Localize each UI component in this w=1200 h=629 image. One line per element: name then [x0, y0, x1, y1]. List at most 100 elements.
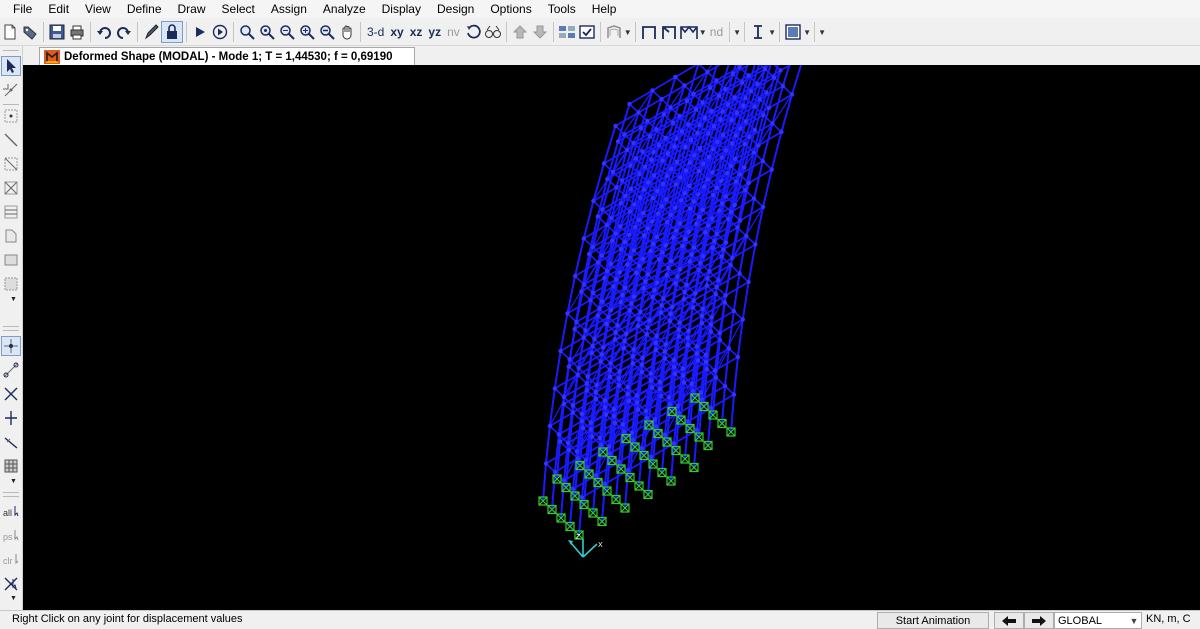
zoom-window-icon[interactable]: [237, 21, 257, 43]
toolbar-grip: [3, 496, 19, 497]
show-deformed-shape-icon[interactable]: [604, 21, 624, 43]
clear-selection-icon[interactable]: clr: [1, 550, 21, 570]
get-previous-selection-icon[interactable]: ps: [1, 526, 21, 546]
snap-ends-icon[interactable]: [1, 360, 21, 380]
draw-poly-area-icon[interactable]: [1, 226, 21, 246]
toolbar-separator: [43, 22, 44, 42]
lock-icon[interactable]: [161, 21, 183, 43]
draw-frame-cable-icon[interactable]: [1, 130, 21, 150]
units-display[interactable]: KN, m, C: [1146, 613, 1191, 625]
zoom-out-icon[interactable]: [317, 21, 337, 43]
snap-grid-icon[interactable]: [1, 456, 21, 476]
view-window-tab[interactable]: Deformed Shape (MODAL) - Mode 1; T = 1,4…: [39, 47, 415, 66]
reshape-element-icon[interactable]: [1, 80, 21, 100]
quick-draw-braces-icon[interactable]: [1, 178, 21, 198]
toolbar-separator: [729, 22, 731, 42]
text-cursor-icon[interactable]: [748, 21, 768, 43]
quick-draw-area-icon[interactable]: [1, 274, 21, 294]
toolbar-separator: [814, 22, 816, 42]
toolbar-separator: [137, 22, 138, 42]
coordinate-system-select[interactable]: GLOBAL ▼: [1054, 612, 1142, 629]
model-viewport[interactable]: Z X: [23, 20, 1200, 610]
view-nv-button[interactable]: nv: [444, 21, 463, 43]
draw-special-joint-icon[interactable]: [1, 106, 21, 126]
draw-frame-icon[interactable]: [639, 21, 659, 43]
select-tools-dropdown-icon[interactable]: ▼: [10, 595, 17, 602]
run-analysis-icon[interactable]: [190, 21, 210, 43]
quick-draw-secondary-icon[interactable]: [1, 202, 21, 222]
move-down-icon[interactable]: [530, 21, 550, 43]
pan-hand-icon[interactable]: [337, 21, 357, 43]
menu-file[interactable]: File: [0, 0, 40, 18]
run-now-icon[interactable]: [210, 21, 230, 43]
toolbar-separator: [186, 22, 187, 42]
snap-perpendicular-icon[interactable]: [1, 408, 21, 428]
view-3d-button[interactable]: 3-d: [364, 21, 387, 43]
deformed-shape-dropdown-icon[interactable]: ▼: [624, 21, 632, 43]
zoom-in-icon[interactable]: [297, 21, 317, 43]
view-xy-button[interactable]: xy: [387, 21, 406, 43]
window-layout-dropdown-icon[interactable]: ▼: [803, 21, 811, 43]
menu-define[interactable]: Define: [119, 0, 170, 18]
next-mode-button[interactable]: [1024, 612, 1054, 629]
snap-lines-edges-icon[interactable]: [1, 432, 21, 452]
chevron-down-icon: ▼: [1129, 615, 1139, 626]
node-label-button[interactable]: nd: [707, 21, 726, 43]
menu-select[interactable]: Select: [214, 0, 263, 18]
redo-icon[interactable]: [114, 21, 134, 43]
perspective-toggle-icon[interactable]: [483, 21, 503, 43]
intersecting-line-select-icon[interactable]: [1, 574, 21, 594]
menu-view[interactable]: View: [77, 0, 119, 18]
select-all-icon[interactable]: all: [1, 502, 21, 522]
menu-bar: File Edit View Define Draw Select Assign Analyz…: [0, 0, 1200, 18]
draw-frame-dropdown-icon[interactable]: ▼: [699, 21, 707, 43]
menu-draw[interactable]: Draw: [170, 0, 214, 18]
more-tools-dropdown-icon[interactable]: ▼: [733, 21, 741, 43]
snap-intersections-icon[interactable]: [1, 384, 21, 404]
save-icon[interactable]: [47, 21, 67, 43]
toolbar-overflow-icon[interactable]: ▼: [818, 21, 826, 43]
draw-tools-dropdown-icon[interactable]: ▼: [10, 296, 17, 303]
snap-points-icon[interactable]: [1, 336, 21, 356]
quick-draw-frame-icon[interactable]: [1, 154, 21, 174]
axes-indicator: Z X: [568, 534, 603, 558]
zoom-restore-icon[interactable]: [257, 21, 277, 43]
axis-x-label: X: [598, 542, 603, 549]
previous-mode-button[interactable]: [994, 612, 1024, 629]
status-bar: Right Click on any joint for displacemen…: [0, 610, 1200, 629]
zoom-full-icon[interactable]: [277, 21, 297, 43]
start-animation-button[interactable]: Start Animation: [877, 612, 989, 629]
view-yz-button[interactable]: yz: [425, 21, 444, 43]
undo-icon[interactable]: [94, 21, 114, 43]
menu-assign[interactable]: Assign: [263, 0, 315, 18]
text-dropdown-icon[interactable]: ▼: [768, 21, 776, 43]
rotate-view-icon[interactable]: [463, 21, 483, 43]
pointer-select-icon[interactable]: [1, 56, 21, 76]
toolbar-separator: [3, 326, 19, 327]
menu-help[interactable]: Help: [584, 0, 625, 18]
open-model-icon[interactable]: [20, 21, 40, 43]
deformed-shape-model[interactable]: Z X: [23, 20, 1200, 610]
draw-truss-icon[interactable]: [679, 21, 699, 43]
draw-frame-brace-icon[interactable]: [659, 21, 679, 43]
menu-options[interactable]: Options: [482, 0, 539, 18]
toolbar-separator: [505, 22, 507, 42]
window-layout-icon[interactable]: [783, 21, 803, 43]
set-display-options-icon[interactable]: [577, 21, 597, 43]
draw-rect-area-icon[interactable]: [1, 250, 21, 270]
print-icon[interactable]: [67, 21, 87, 43]
menu-display[interactable]: Display: [374, 0, 429, 18]
menu-design[interactable]: Design: [429, 0, 482, 18]
snap-tools-dropdown-icon[interactable]: ▼: [10, 478, 17, 485]
menu-tools[interactable]: Tools: [540, 0, 584, 18]
deformed-shape-view-icon: [44, 50, 60, 64]
view-xz-button[interactable]: xz: [407, 21, 426, 43]
svg-text:ps: ps: [3, 532, 13, 542]
menu-edit[interactable]: Edit: [40, 0, 77, 18]
new-model-icon[interactable]: [0, 21, 20, 43]
toolbar-separator: [552, 22, 554, 42]
refresh-pencil-icon[interactable]: [141, 21, 161, 43]
menu-analyze[interactable]: Analyze: [315, 0, 374, 18]
move-up-icon[interactable]: [510, 21, 530, 43]
object-shrink-icon[interactable]: [557, 21, 577, 43]
